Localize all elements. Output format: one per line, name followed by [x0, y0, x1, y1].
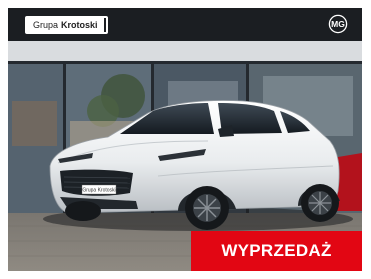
- banner-topbar: Grupa Krotoski MG: [8, 8, 362, 41]
- facade-header: [8, 41, 362, 63]
- promo-banner[interactable]: Grupa Krotoski MG Grupa Krotoski WYPRZED…: [8, 8, 362, 271]
- dealer-prefix: Grupa: [33, 20, 59, 30]
- badge-divider: [103, 18, 106, 32]
- mg-logo-icon: MG: [328, 14, 348, 34]
- reflection-building: [12, 101, 57, 146]
- brand-logo-text: MG: [331, 19, 345, 29]
- sale-button[interactable]: WYPRZEDAŻ: [191, 231, 362, 271]
- dealer-badge[interactable]: Grupa Krotoski: [25, 16, 108, 34]
- front-left-wheel: [65, 201, 101, 221]
- dealer-name: Krotoski: [61, 20, 98, 30]
- plate-text: Grupa Krotoski: [82, 188, 115, 194]
